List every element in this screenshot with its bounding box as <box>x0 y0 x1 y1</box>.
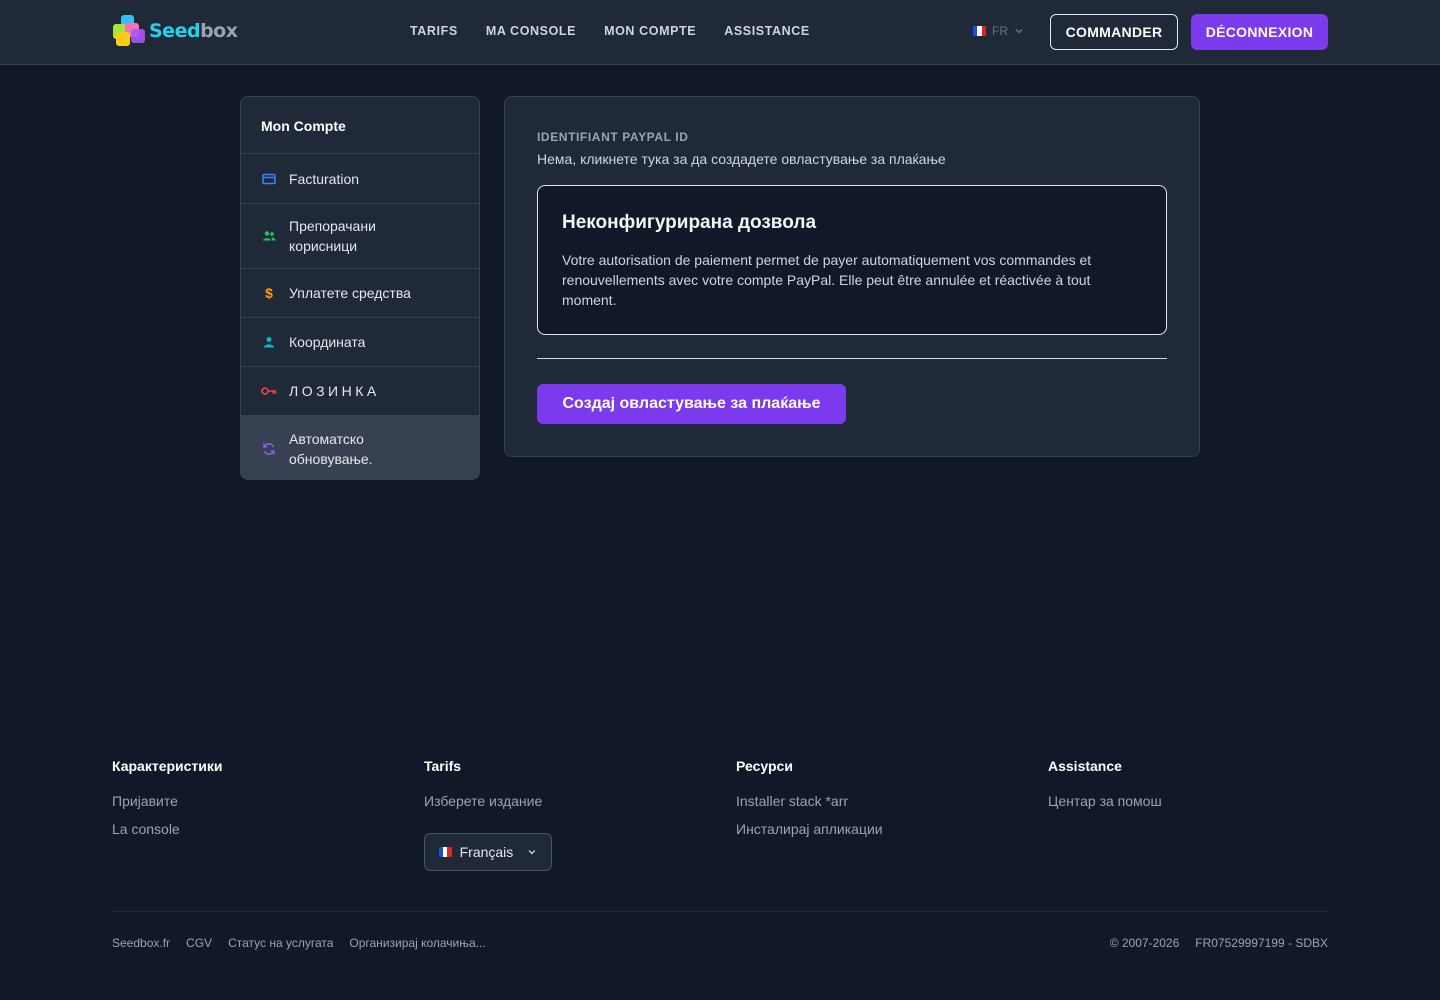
company-id: FR07529997199 - SDBX <box>1195 936 1328 950</box>
footer-link-cgv[interactable]: CGV <box>186 936 212 950</box>
key-icon <box>261 383 277 399</box>
footer-language-select[interactable]: Français <box>424 833 552 871</box>
footer-link-service-status[interactable]: Статус на услугата <box>228 936 333 950</box>
sidebar-item-label: ЛОЗИНКА <box>289 383 380 399</box>
order-button[interactable]: COMMANDER <box>1050 14 1178 50</box>
sidebar-item-referrals[interactable]: Препорачани корисници <box>241 204 479 269</box>
nav-ma-console[interactable]: MA CONSOLE <box>486 24 576 38</box>
nav-assistance[interactable]: ASSISTANCE <box>724 24 810 38</box>
france-flag-icon <box>973 26 986 36</box>
language-switcher[interactable]: FR <box>973 24 1024 38</box>
top-header: Seedbox TARIFS MA CONSOLE MON COMPTE ASS… <box>0 0 1440 65</box>
sidebar-item-label: Автоматско обновување. <box>289 430 373 467</box>
footer-column-title: Tarifs <box>424 758 462 774</box>
paypal-id-label: IDENTIFIANT PAYPAL ID <box>537 130 689 144</box>
sidebar-item-add-funds[interactable]: $ Уплатете средства <box>241 269 479 318</box>
dollar-icon: $ <box>265 285 273 301</box>
language-select-value: Français <box>459 844 514 860</box>
sidebar-item-label: Facturation <box>289 170 360 187</box>
footer-link-arr-stack[interactable]: Installer stack *arr <box>736 792 883 811</box>
notice-title: Неконфигурирана дозвола <box>562 212 817 233</box>
footer-column-resources: Ресурси Installer stack *arr Инсталирај … <box>736 758 883 848</box>
logo-text: Seedbox <box>149 20 238 42</box>
sidebar-item-password[interactable]: ЛОЗИНКА <box>241 367 479 416</box>
seedbox-logo[interactable]: Seedbox <box>113 15 238 47</box>
footer-link-login[interactable]: Пријавите <box>112 792 223 811</box>
logout-button[interactable]: DÉCONNEXION <box>1191 14 1328 50</box>
credit-card-icon <box>261 171 277 187</box>
copyright-text: © 2007-2026 <box>1109 936 1180 950</box>
notice-text: Votre autorisation de paiement permet de… <box>562 252 1092 308</box>
sidebar-item-auto-renewal[interactable]: Автоматско обновување. <box>241 416 479 479</box>
footer-column-title: Карактеристики <box>112 758 223 774</box>
footer-link-install-apps[interactable]: Инсталирај апликации <box>736 820 883 839</box>
user-icon <box>261 334 277 350</box>
nav-mon-compte[interactable]: MON COMPTE <box>604 24 696 38</box>
create-authorization-button[interactable]: Создај овластување за плаќање <box>537 384 846 424</box>
account-sidebar: Mon Compte Facturation Препорачани корис… <box>240 96 480 480</box>
nav-tarifs[interactable]: TARIFS <box>410 24 458 38</box>
logo-mark-icon <box>113 15 147 47</box>
footer-column-tarifs: Tarifs Изберете издание <box>424 758 542 820</box>
auto-renewal-panel: IDENTIFIANT PAYPAL ID Нема, кликнете тук… <box>504 96 1200 457</box>
sidebar-item-label: Препорачани корисници <box>289 218 376 254</box>
footer-column-title: Assistance <box>1048 758 1122 774</box>
footer-divider <box>112 911 1328 912</box>
sidebar-item-label: Уплатете средства <box>289 285 411 301</box>
footer-link-help-center[interactable]: Центар за помош <box>1048 792 1162 811</box>
sidebar-item-label: Координата <box>289 334 366 350</box>
footer-link-console[interactable]: La console <box>112 820 223 839</box>
chevron-down-icon <box>1015 29 1023 34</box>
language-code: FR <box>992 24 1008 38</box>
footer-column-title: Ресурси <box>736 758 793 774</box>
authorization-notice: Неконфигурирана дозвола Votre autorisati… <box>537 185 1167 335</box>
main-nav: TARIFS MA CONSOLE MON COMPTE ASSISTANCE <box>410 24 810 38</box>
refresh-icon <box>261 441 277 457</box>
paypal-id-value-link[interactable]: Нема, кликнете тука за да создадете овла… <box>537 151 946 167</box>
sidebar-title: Mon Compte <box>241 97 479 154</box>
sidebar-item-billing[interactable]: Facturation <box>241 154 479 204</box>
chevron-down-icon <box>528 850 536 855</box>
footer-column-assistance: Assistance Центар за помош <box>1048 758 1162 820</box>
footer-link-cookie-settings[interactable]: Организирај колачиња... <box>349 936 485 950</box>
divider <box>537 358 1167 359</box>
footer-link-site[interactable]: Seedbox.fr <box>112 936 170 950</box>
footer-column-features: Карактеристики Пријавите La console <box>112 758 223 848</box>
footer-copyright: © 2007-2026 FR07529997199 - SDBX <box>1110 936 1328 950</box>
sidebar-item-contact-details[interactable]: Координата <box>241 318 479 367</box>
footer-link-choose-edition[interactable]: Изберете издание <box>424 792 542 811</box>
users-icon <box>261 228 277 244</box>
footer-legal-links: Seedbox.fr CGV Статус на услугата Органи… <box>112 936 486 950</box>
france-flag-icon <box>439 847 452 857</box>
